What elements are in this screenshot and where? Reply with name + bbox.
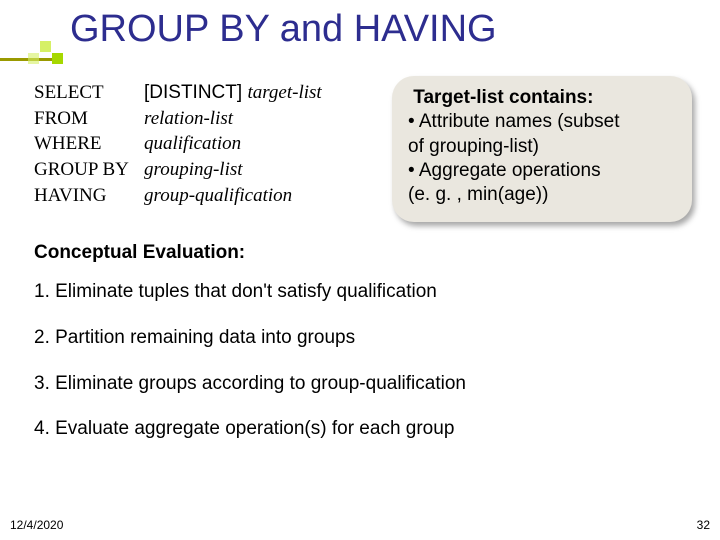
syntax-arg-wrap: [DISTINCT] target-list [144, 80, 322, 106]
accent-square-icon [28, 53, 39, 64]
sql-keyword: SELECT [34, 80, 144, 106]
callout-box: Target-list contains: • Attribute names … [392, 76, 692, 222]
sql-placeholder: target-list [247, 82, 321, 103]
callout-heading: Target-list contains: [408, 86, 678, 110]
accent-square-icon [52, 53, 63, 64]
syntax-row: SELECT [DISTINCT] target-list [34, 80, 364, 106]
syntax-row: HAVING group-qualification [34, 183, 364, 209]
callout-line: of grouping-list) [408, 135, 678, 159]
sql-placeholder: relation-list [144, 106, 233, 132]
sql-placeholder: group-qualification [144, 183, 292, 209]
list-item: 1. Eliminate tuples that don't satisfy q… [34, 280, 684, 304]
list-item: 3. Eliminate groups according to group-q… [34, 372, 684, 396]
sql-prefix: [DISTINCT] [144, 82, 247, 103]
sql-keyword: FROM [34, 106, 144, 132]
sql-keyword: WHERE [34, 131, 144, 157]
sql-syntax-block: SELECT [DISTINCT] target-list FROM relat… [34, 80, 364, 208]
accent-square-icon [40, 41, 51, 52]
syntax-row: FROM relation-list [34, 106, 364, 132]
callout-line: • Attribute names (subset [408, 110, 678, 134]
footer-page-number: 32 [697, 518, 710, 532]
callout-line: • Aggregate operations [408, 159, 678, 183]
steps-list: 1. Eliminate tuples that don't satisfy q… [34, 280, 684, 463]
slide: GROUP BY and HAVING SELECT [DISTINCT] ta… [0, 0, 720, 540]
slide-title: GROUP BY and HAVING [70, 8, 497, 51]
list-item: 4. Evaluate aggregate operation(s) for e… [34, 417, 684, 441]
syntax-row: GROUP BY grouping-list [34, 157, 364, 183]
list-item: 2. Partition remaining data into groups [34, 326, 684, 350]
sql-keyword: GROUP BY [34, 157, 144, 183]
sql-placeholder: qualification [144, 131, 241, 157]
section-heading: Conceptual Evaluation: [34, 242, 245, 264]
sql-keyword: HAVING [34, 183, 144, 209]
accent-line [0, 58, 52, 61]
sql-placeholder: grouping-list [144, 157, 243, 183]
footer-date: 12/4/2020 [10, 518, 63, 532]
callout-line: (e. g. , min(age)) [408, 183, 678, 207]
syntax-row: WHERE qualification [34, 131, 364, 157]
